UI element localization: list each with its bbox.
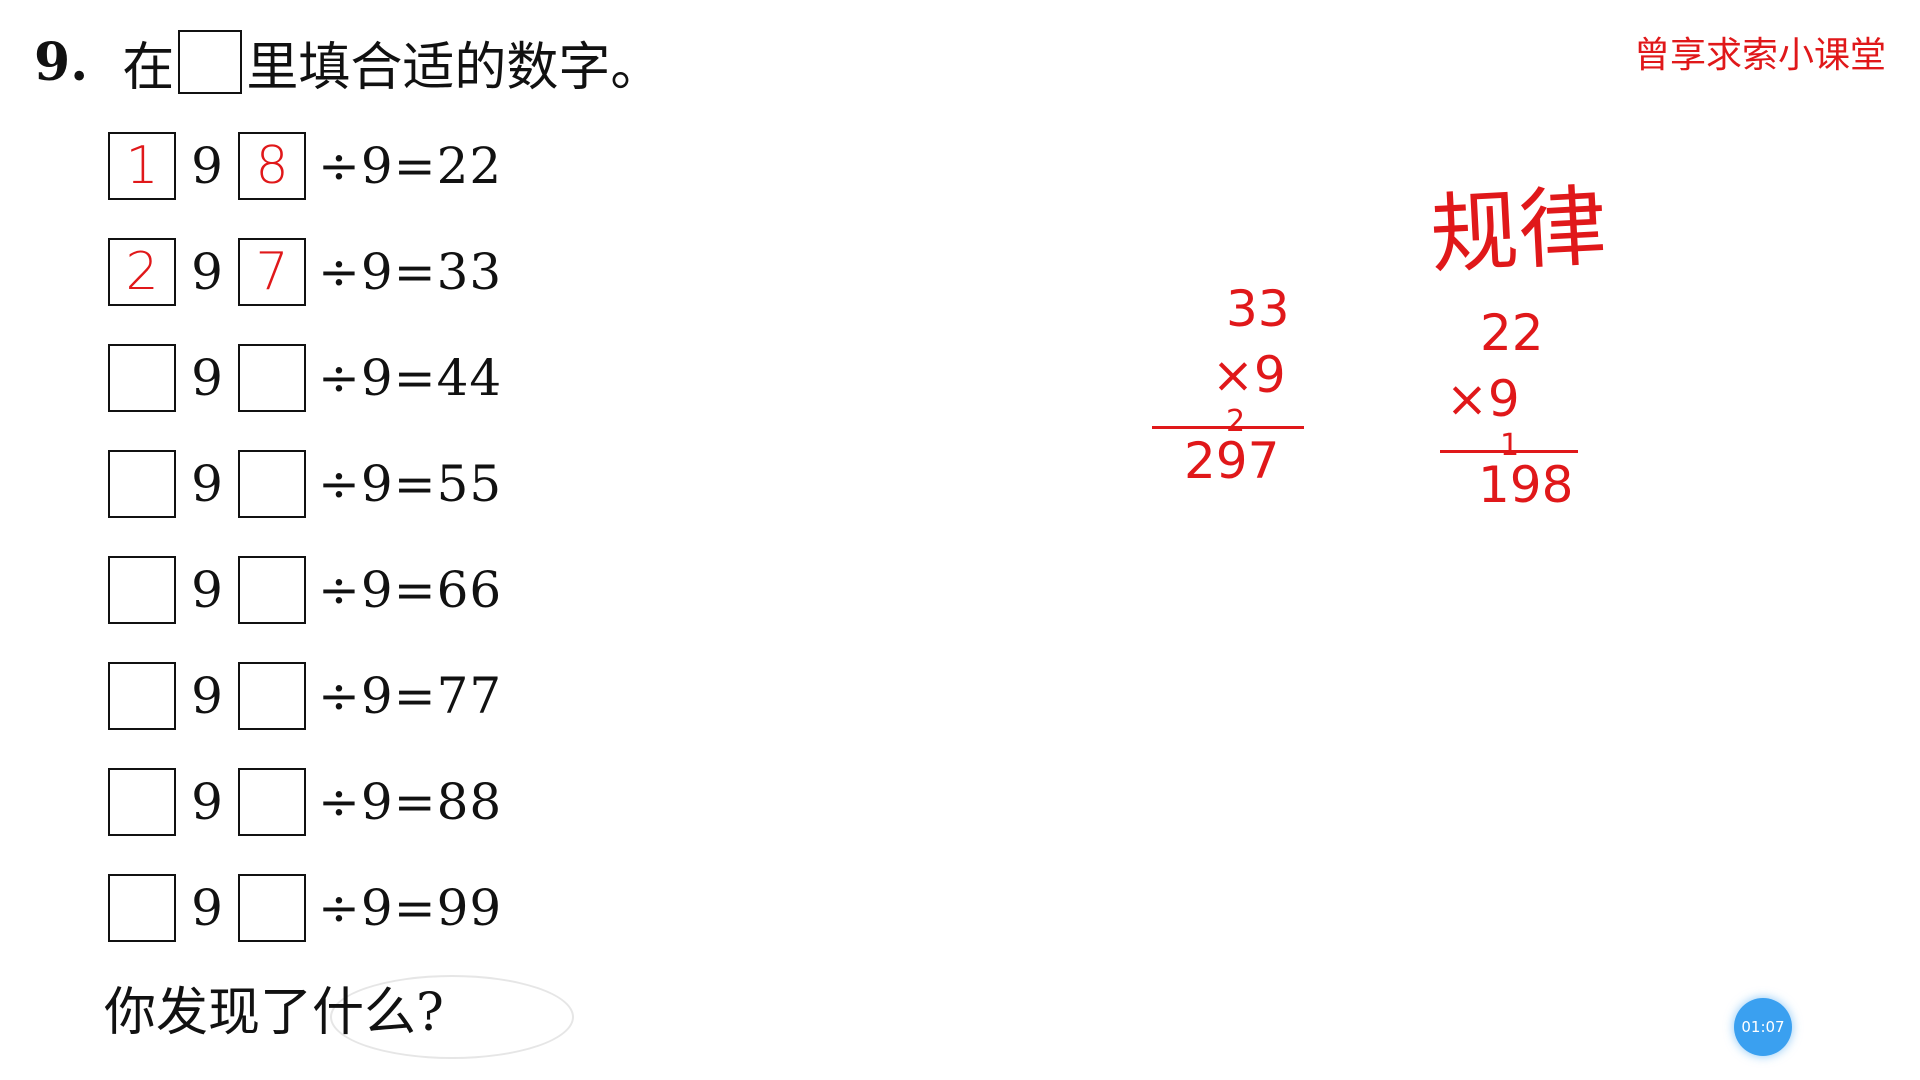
equation-row-5: 9 ÷9=66 <box>108 554 502 626</box>
calc-multiplier: ×9 <box>1446 370 1520 428</box>
equation-row-1: 1 9 8 ÷9=22 <box>108 130 502 202</box>
answer-box-left[interactable] <box>108 874 176 942</box>
equation-digit: 9 <box>191 455 223 513</box>
answer-box-right[interactable] <box>238 768 306 836</box>
video-timer-badge[interactable]: 01:07 <box>1734 998 1792 1056</box>
equation-tail: ÷9=44 <box>318 349 503 407</box>
equation-tail: ÷9=33 <box>318 243 503 301</box>
question-prompt: 你发现了什么? <box>104 983 444 1043</box>
question-text-before: 在 <box>122 37 175 98</box>
answer-box-right[interactable] <box>238 874 306 942</box>
answer-box-right[interactable] <box>238 450 306 518</box>
watermark: 曾享求索小课堂 <box>1633 35 1886 76</box>
equation-tail: ÷9=99 <box>318 879 503 937</box>
question-text-after: 里填合适的数字。 <box>246 37 663 98</box>
calc-multiplicand: 22 <box>1480 304 1544 362</box>
equation-tail: ÷9=66 <box>318 561 503 619</box>
answer-box-right[interactable] <box>238 556 306 624</box>
answer-box-left[interactable]: 1 <box>108 132 176 200</box>
equation-tail: ÷9=55 <box>318 455 503 513</box>
equation-digit: 9 <box>191 667 223 725</box>
calc-multiplicand: 33 <box>1226 280 1290 338</box>
equation-digit: 9 <box>191 773 223 831</box>
question-header: 9. 在 里填合适的数字。 <box>34 26 662 98</box>
question-number: 9. <box>34 31 89 93</box>
calc-result: 297 <box>1184 432 1280 490</box>
equation-digit: 9 <box>191 561 223 619</box>
equation-tail: ÷9=22 <box>318 137 503 195</box>
answer-box-left[interactable] <box>108 662 176 730</box>
answer-box-left[interactable]: 2 <box>108 238 176 306</box>
answer-box-right[interactable]: 7 <box>238 238 306 306</box>
equation-digit: 9 <box>191 349 223 407</box>
calc-line <box>1440 450 1578 453</box>
answer-box-left[interactable] <box>108 450 176 518</box>
calc-multiplier: ×9 <box>1212 346 1286 404</box>
calc-line <box>1152 426 1304 429</box>
calc-result: 198 <box>1478 456 1574 514</box>
equation-row-2: 2 9 7 ÷9=33 <box>108 236 502 308</box>
equation-row-6: 9 ÷9=77 <box>108 660 502 732</box>
equation-digit: 9 <box>191 243 223 301</box>
answer-box-right[interactable] <box>238 344 306 412</box>
answer-box-right[interactable]: 8 <box>238 132 306 200</box>
equation-tail: ÷9=88 <box>318 773 503 831</box>
equation-row-7: 9 ÷9=88 <box>108 766 502 838</box>
equation-row-4: 9 ÷9=55 <box>108 448 502 520</box>
answer-box-left[interactable] <box>108 344 176 412</box>
answer-box-left[interactable] <box>108 556 176 624</box>
equation-digit: 9 <box>191 879 223 937</box>
equation-row-8: 9 ÷9=99 <box>108 872 502 944</box>
answer-box-right[interactable] <box>238 662 306 730</box>
handwriting-title: 规律 <box>1427 174 1609 287</box>
answer-box-left[interactable] <box>108 768 176 836</box>
equation-row-3: 9 ÷9=44 <box>108 342 502 414</box>
equation-tail: ÷9=77 <box>318 667 503 725</box>
equation-digit: 9 <box>191 137 223 195</box>
blank-box-example <box>178 30 243 94</box>
